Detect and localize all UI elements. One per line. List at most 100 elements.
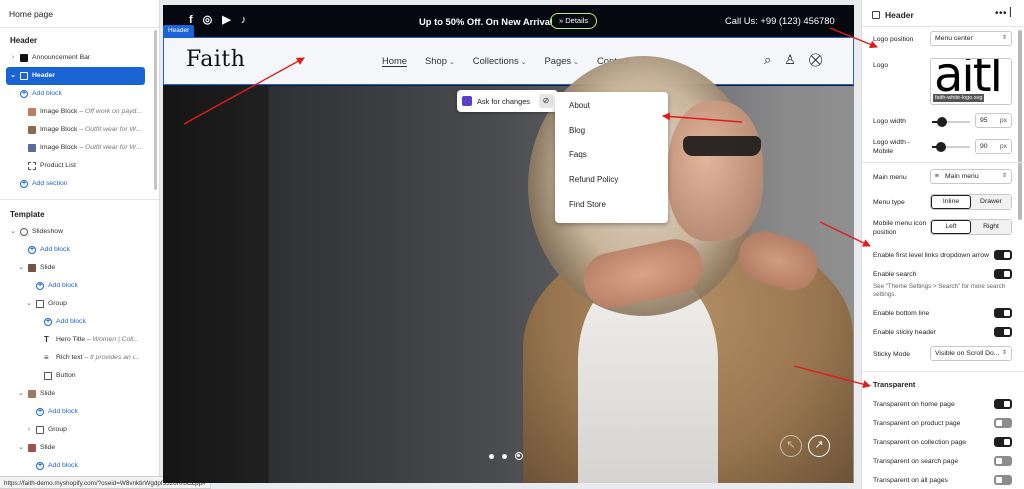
chevron-right-icon[interactable]: › bbox=[25, 421, 33, 439]
sidebar-item-hero-title[interactable]: T Hero Title – Women | Coll... bbox=[0, 331, 159, 349]
menu-type-drawer[interactable]: Drawer bbox=[971, 195, 1011, 209]
more-options-icon[interactable]: ••• bbox=[995, 8, 1007, 19]
sidebar-item-slide[interactable]: ⌄ Slide bbox=[0, 439, 159, 457]
nav-item-pages[interactable]: Pages ⌄ bbox=[545, 55, 579, 67]
folder-icon bbox=[36, 426, 44, 434]
slide-dot[interactable] bbox=[502, 453, 507, 459]
add-block-button[interactable]: Add block bbox=[0, 277, 159, 295]
transparent-all-pages-toggle[interactable] bbox=[994, 475, 1012, 485]
sidebar-item-product-list[interactable]: Product List bbox=[0, 157, 159, 175]
announcement-bar[interactable]: f ◎ ▶ ♪ Up to 50% Off. On New Arrival » … bbox=[163, 5, 854, 37]
search-toggle[interactable] bbox=[994, 269, 1012, 279]
menu-type-inline[interactable]: Inline bbox=[931, 195, 971, 209]
sidebar-item-rich-text[interactable]: ≡ Rich text – It provides an i... bbox=[0, 349, 159, 367]
chevron-down-icon[interactable]: ⌄ bbox=[17, 439, 25, 457]
panel-scrollbar[interactable] bbox=[1018, 30, 1022, 220]
header-group-heading: Header bbox=[10, 36, 38, 45]
chevron-right-icon[interactable]: › bbox=[9, 49, 17, 67]
tiktok-icon[interactable]: ♪ bbox=[241, 14, 247, 26]
menu-type-toggle: Inline Drawer bbox=[930, 194, 1012, 210]
add-block-button[interactable]: Add block bbox=[0, 403, 159, 421]
sidebar-item-group[interactable]: › Group bbox=[0, 421, 159, 439]
account-icon[interactable]: ♙ bbox=[784, 53, 796, 67]
menu-type-label: Menu type bbox=[873, 199, 905, 206]
close-icon[interactable]: ⎸ bbox=[1010, 7, 1020, 18]
chevron-down-icon[interactable]: ⌄ bbox=[17, 385, 25, 403]
chevron-down-icon[interactable]: ⌄ bbox=[9, 67, 17, 85]
sidebar-item-slide[interactable]: ⌄ Slide bbox=[0, 385, 159, 403]
add-block-button[interactable]: Add block bbox=[0, 313, 159, 331]
sidebar-item-slideshow[interactable]: ⌄ Slideshow bbox=[0, 223, 159, 241]
chevron-down-icon[interactable]: ⌄ bbox=[25, 295, 33, 313]
cart-icon[interactable]: ⛒ bbox=[809, 53, 822, 67]
chevron-down-icon[interactable]: ⌄ bbox=[9, 223, 17, 241]
site-header[interactable]: Faith Home Shop⌄ Collections⌄ Pages⌄ Con… bbox=[163, 37, 854, 85]
nav-item-collections[interactable]: Collections ⌄ bbox=[473, 55, 527, 67]
template-group-heading: Template bbox=[10, 210, 45, 219]
hero-slideshow[interactable]: ↖ ↗ bbox=[163, 56, 854, 483]
search-icon[interactable]: ⌕ bbox=[764, 53, 771, 67]
logo-image-picker[interactable]: aitl faith-white-logo.svg bbox=[930, 58, 1012, 105]
toggle-label: Transparent on all pages bbox=[873, 477, 948, 484]
product-list-icon bbox=[28, 162, 36, 170]
toggle-label: Transparent on home page bbox=[873, 401, 955, 408]
section-icon bbox=[20, 54, 28, 62]
transparent-product-toggle[interactable] bbox=[994, 418, 1012, 428]
add-section-button[interactable]: Add section bbox=[0, 175, 159, 193]
transparent-home-toggle[interactable] bbox=[994, 399, 1012, 409]
prev-slide-button[interactable]: ↖ bbox=[780, 435, 802, 457]
sidebar-item-image-block[interactable]: Image Block – Outfit wear for W... bbox=[0, 139, 159, 157]
plus-circle-icon bbox=[36, 277, 44, 295]
menu-item-blog[interactable]: Blog bbox=[555, 123, 668, 148]
nav-item-home[interactable]: Home bbox=[382, 55, 408, 67]
sticky-header-toggle[interactable] bbox=[994, 327, 1012, 337]
sidebar-item-button[interactable]: Button bbox=[0, 367, 159, 385]
sidebar-item-image-block[interactable]: Image Block – Off work on payd... bbox=[0, 103, 159, 121]
logo-width-slider[interactable] bbox=[932, 117, 970, 127]
sidebar-scrollbar[interactable] bbox=[154, 30, 157, 190]
chevron-down-icon: ⌄ bbox=[520, 59, 527, 66]
add-block-button[interactable]: Add block bbox=[0, 241, 159, 259]
image-thumbnail-icon bbox=[28, 108, 36, 116]
slide-dot[interactable] bbox=[489, 453, 494, 459]
next-slide-button[interactable]: ↗ bbox=[808, 435, 830, 457]
main-menu-select[interactable]: ≡ Main menu ⇕ bbox=[930, 169, 1012, 184]
toggle-label: Enable first level links dropdown arrow bbox=[873, 252, 989, 259]
sidebar-item-image-block[interactable]: Image Block – Outfit wear for W... bbox=[0, 121, 159, 139]
youtube-icon[interactable]: ▶ bbox=[222, 14, 230, 26]
hide-eye-icon[interactable]: ⊘ bbox=[539, 94, 553, 108]
logo-width-label: Logo width bbox=[873, 118, 906, 125]
add-block-button[interactable]: Add block bbox=[0, 457, 159, 475]
menu-item-faqs[interactable]: Faqs bbox=[555, 147, 668, 172]
mobile-icon-left[interactable]: Left bbox=[931, 220, 971, 234]
details-button[interactable]: » Details bbox=[550, 13, 598, 29]
dropdown-arrow-toggle[interactable] bbox=[994, 250, 1012, 260]
logo-width-input[interactable]: 95 px bbox=[975, 113, 1012, 128]
bottom-line-toggle[interactable] bbox=[994, 308, 1012, 318]
sidebar-item-announcement-bar[interactable]: › Announcement Bar bbox=[0, 49, 159, 67]
sidebar-item-group[interactable]: ⌄ Group bbox=[0, 295, 159, 313]
sidebar-item-slide[interactable]: ⌄ Slide bbox=[0, 259, 159, 277]
slide-dot-active[interactable] bbox=[515, 452, 523, 460]
ask-for-changes-label[interactable]: Ask for changes bbox=[477, 97, 530, 106]
slide-dots bbox=[489, 452, 523, 460]
site-logo[interactable]: Faith bbox=[186, 47, 245, 72]
transparent-search-toggle[interactable] bbox=[994, 456, 1012, 466]
transparent-collection-toggle[interactable] bbox=[994, 437, 1012, 447]
sticky-mode-select[interactable]: Visible on Scroll Do... ⇕ bbox=[930, 346, 1012, 361]
nav-item-shop[interactable]: Shop ⌄ bbox=[425, 55, 455, 67]
menu-item-find-store[interactable]: Find Store bbox=[555, 197, 668, 222]
add-block-button[interactable]: Add block bbox=[0, 85, 159, 103]
logo-width-mobile-slider[interactable] bbox=[932, 142, 970, 152]
toggle-label: Transparent on product page bbox=[873, 420, 961, 427]
sidebar-item-header[interactable]: ⌄ Header bbox=[6, 67, 145, 85]
logo-position-select[interactable]: Menu center ⇕ bbox=[930, 31, 1012, 46]
instagram-icon[interactable]: ◎ bbox=[203, 14, 213, 26]
mobile-icon-right[interactable]: Right bbox=[971, 220, 1011, 234]
promo-text: Up to 50% Off. On New Arrival bbox=[419, 16, 553, 27]
logo-width-mobile-input[interactable]: 90 px bbox=[975, 139, 1012, 154]
ask-for-changes-popover[interactable]: Ask for changes ⊘ bbox=[457, 90, 558, 112]
chevron-down-icon[interactable]: ⌄ bbox=[17, 259, 25, 277]
menu-item-about[interactable]: About bbox=[555, 98, 668, 123]
menu-item-refund-policy[interactable]: Refund Policy bbox=[555, 172, 668, 197]
